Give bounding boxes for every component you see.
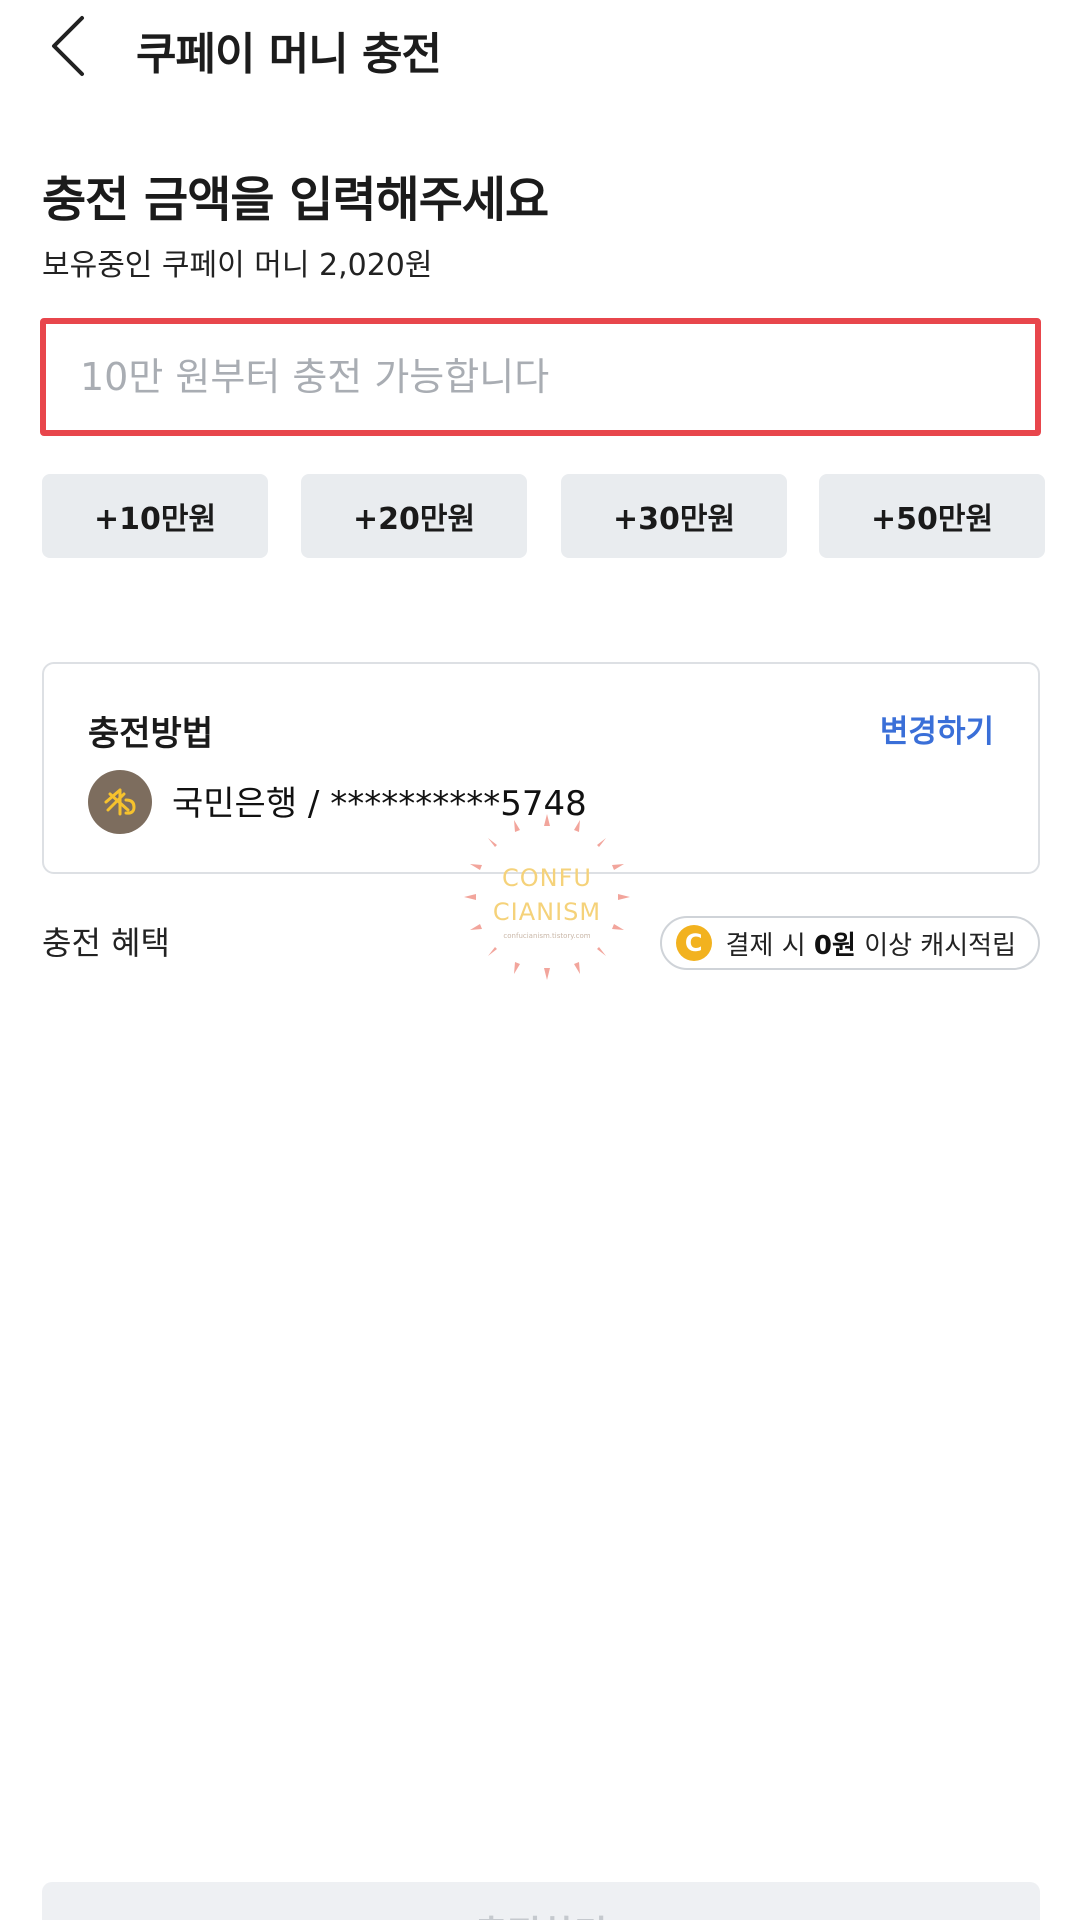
watermark-line-1: CONFU (502, 864, 592, 892)
watermark-stamp: CONFU CIANISM confucianism.tistory.com (462, 812, 632, 982)
app-header: 쿠페이 머니 충전 (0, 0, 1080, 96)
benefit-label: 충전 혜택 (42, 924, 170, 962)
page-title: 충전 금액을 입력해주세요 (42, 172, 549, 228)
page: 쿠페이 머니 충전 충전 금액을 입력해주세요 보유중인 쿠페이 머니 2,02… (0, 0, 1080, 1920)
kb-bank-logo-icon (88, 770, 152, 834)
quick-add-500k-button[interactable]: +50만원 (819, 474, 1045, 558)
quick-add-300k-button[interactable]: +30만원 (561, 474, 787, 558)
quick-add-200k-button[interactable]: +20만원 (301, 474, 527, 558)
back-arrow-icon[interactable] (40, 10, 104, 82)
benefit-text-suffix: 이상 캐시적립 (855, 930, 1016, 961)
amount-input[interactable] (40, 318, 1041, 436)
watermark-line-2: CIANISM (492, 898, 602, 926)
balance-text: 보유중인 쿠페이 머니 2,020원 (42, 248, 433, 283)
coupang-cash-icon: C (675, 925, 712, 961)
header-title: 쿠페이 머니 충전 (136, 29, 442, 80)
quick-add-100k-button[interactable]: +10만원 (42, 474, 268, 558)
benefit-text: 결제 시 0원 이상 캐시적립 (726, 925, 1016, 962)
cash-reward-badge: C 결제 시 0원 이상 캐시적립 (659, 916, 1040, 970)
benefit-text-prefix: 결제 시 (725, 930, 814, 961)
watermark-url: confucianism.tistory.com (503, 932, 591, 940)
charge-method-label: 충전방법 (88, 714, 214, 754)
change-method-link[interactable]: 변경하기 (880, 706, 994, 751)
charge-submit-button[interactable]: 충전하기 (42, 1882, 1040, 1920)
benefit-text-amount: 0원 (813, 930, 856, 961)
